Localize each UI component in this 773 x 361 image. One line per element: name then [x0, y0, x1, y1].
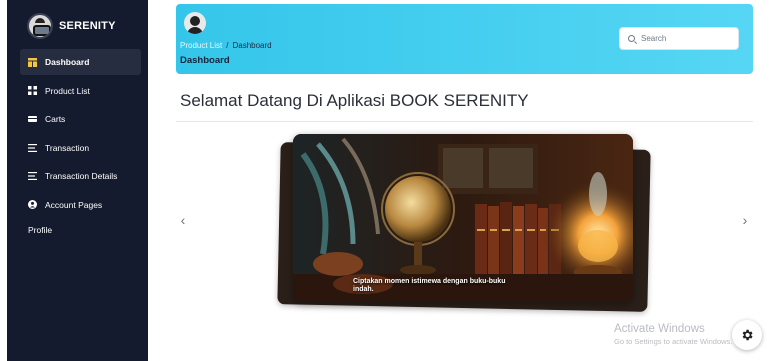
- carousel-next-button[interactable]: ›: [738, 212, 752, 228]
- avatar[interactable]: [184, 12, 206, 34]
- search-icon: [628, 35, 635, 42]
- cart-icon: [27, 114, 37, 124]
- brand[interactable]: SERENITY: [27, 13, 116, 39]
- header-title: Dashboard: [180, 55, 230, 66]
- sidebar-item-transaction-details[interactable]: Transaction Details: [20, 163, 141, 189]
- brand-name: SERENITY: [59, 20, 116, 32]
- page-title: Selamat Datang Di Aplikasi BOOK SERENITY: [180, 91, 529, 110]
- breadcrumb-parent-link[interactable]: Product List: [180, 41, 222, 50]
- sidebar-item-transaction[interactable]: Transaction: [20, 135, 141, 161]
- carousel-slide: [293, 134, 633, 302]
- breadcrumb-current: Dashboard: [232, 41, 272, 50]
- list-icon: [27, 171, 37, 181]
- sidebar-item-label: Transaction: [45, 142, 90, 153]
- sidebar-item-dashboard[interactable]: Dashboard: [20, 49, 141, 75]
- page-header: Product List / Dashboard Dashboard Searc…: [176, 4, 753, 74]
- sidebar-item-product-list[interactable]: Product List: [20, 78, 141, 104]
- carousel-prev-button[interactable]: ‹: [176, 212, 190, 228]
- sidebar-nav: Dashboard Product List Carts Transaction…: [20, 49, 141, 240]
- search-placeholder: Search: [641, 34, 667, 43]
- sidebar-item-carts[interactable]: Carts: [20, 106, 141, 132]
- breadcrumb: Product List / Dashboard: [180, 41, 272, 50]
- sidebar-item-label: Carts: [45, 114, 66, 124]
- image-carousel: ‹ Ciptakan momen istimewa dengan buku-bu…: [176, 130, 753, 312]
- search-input[interactable]: Search: [619, 27, 739, 50]
- divider: [176, 121, 753, 122]
- brand-logo: [27, 13, 53, 39]
- list-icon: [27, 143, 37, 153]
- gear-icon: [742, 329, 753, 341]
- dashboard-icon: [27, 57, 37, 67]
- sidebar-item-label: Transaction Details: [45, 171, 118, 181]
- sidebar-item-label: Account Pages: [45, 199, 103, 210]
- grid-icon: [27, 86, 37, 96]
- settings-button[interactable]: [732, 320, 762, 350]
- sidebar-item-profile[interactable]: Profile: [20, 220, 141, 240]
- slide-image: [293, 134, 633, 302]
- sidebar-item-label: Dashboard: [45, 57, 90, 67]
- sidebar-item-label: Product List: [45, 85, 90, 96]
- watermark-subtitle: Go to Settings to activate Windows.: [614, 337, 733, 346]
- sidebar: SERENITY Dashboard Product List Carts Tr…: [7, 0, 148, 361]
- user-icon: [27, 200, 37, 210]
- activate-windows-watermark: Activate Windows Go to Settings to activ…: [614, 323, 732, 346]
- sidebar-item-account-pages[interactable]: Account Pages: [20, 192, 141, 218]
- watermark-title: Activate Windows: [614, 323, 705, 335]
- carousel-caption: Ciptakan momen istimewa dengan buku-buku…: [353, 278, 506, 293]
- breadcrumb-separator: /: [226, 41, 229, 50]
